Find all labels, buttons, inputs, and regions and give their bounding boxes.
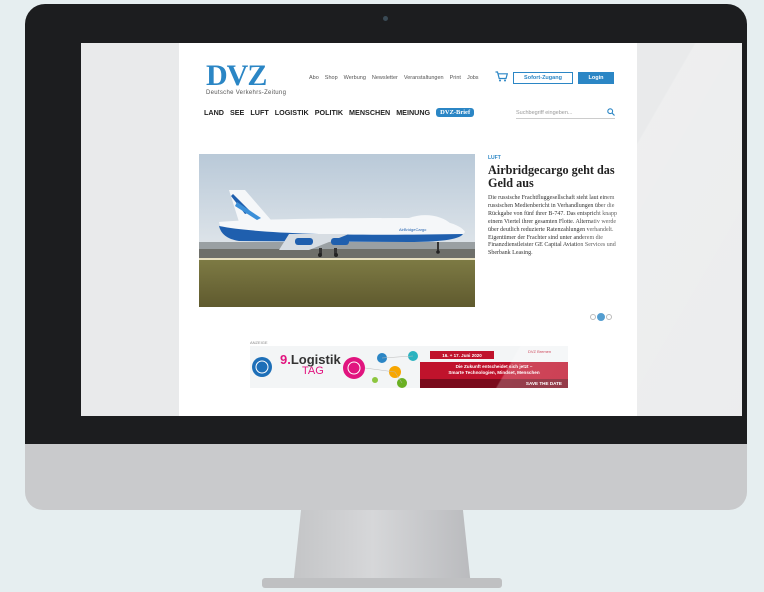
ad-save-the-date: SAVE THE DATE [420,379,568,388]
nav-item-meinung[interactable]: MEINUNG [396,108,430,117]
nav-item-politik[interactable]: POLITIK [315,108,343,117]
main-navigation: LAND SEE LUFT LOGISTIK POLITIK MENSCHEN … [204,108,475,117]
nav-item-see[interactable]: SEE [230,108,244,117]
monitor-stand [293,510,471,580]
logo-subtitle: Deutsche Verkehrs-Zeitung [206,90,287,96]
website-page: DVZ Deutsche Verkehrs-Zeitung Abo Shop W… [179,43,637,416]
nav-item-luft[interactable]: LUFT [250,108,268,117]
ad-brand: DVZ Bremen [528,349,552,354]
nav-item-dvz-brief[interactable]: DVZ-Brief [436,108,475,117]
top-link-jobs[interactable]: Jobs [467,75,479,81]
carousel-dot-3[interactable] [606,314,612,320]
search-placeholder: Suchbegriff eingeben... [516,109,573,116]
top-link-print[interactable]: Print [450,75,461,81]
article-headline[interactable]: Airbridgecargo geht das Geld aus [488,164,623,189]
plane-livery-text: AirBridgeCargo [399,227,427,232]
carousel-dot-2[interactable] [597,313,605,321]
monitor-bezel: DVZ Deutsche Verkehrs-Zeitung Abo Shop W… [25,4,747,444]
ad-tagline-2: Smarte Technologien, Mindset, Menschen [448,370,540,375]
top-link-werbung[interactable]: Werbung [344,75,366,81]
logo-text: DVZ [206,59,267,92]
dvz-logo[interactable]: DVZ Deutsche Verkehrs-Zeitung [206,59,306,97]
nav-item-menschen[interactable]: MENSCHEN [349,108,390,117]
monitor-stand-base [262,578,502,588]
ad-date: 16. + 17. Juni 2020 [430,351,494,359]
article-body: Die russische Frachtfluggesellschaft ste… [488,195,617,257]
ad-logo-tag: TAG [302,365,324,377]
carousel-dot-1[interactable] [590,314,596,320]
nav-item-land[interactable]: LAND [204,108,224,117]
ad-tagline: Die Zukunft entscheidet sich jetzt – Sma… [420,362,568,379]
top-link-abo[interactable]: Abo [309,75,319,81]
carousel-indicator [590,313,612,321]
cart-icon[interactable] [495,71,509,85]
login-button[interactable]: Login [578,72,614,84]
camera-icon [383,16,388,21]
monitor-screen: DVZ Deutsche Verkehrs-Zeitung Abo Shop W… [81,43,742,416]
ad-label: ANZEIGE [250,340,268,345]
search-input[interactable]: Suchbegriff eingeben... [516,107,615,119]
top-link-shop[interactable]: Shop [325,75,338,81]
sofort-zugang-button[interactable]: Sofort-Zugang [513,72,573,84]
top-link-veranstaltungen[interactable]: Veranstaltungen [404,75,444,81]
article-kicker[interactable]: LUFT [488,155,501,161]
article-image[interactable]: AirBridgeCargo [199,154,475,307]
ad-banner[interactable]: 9.Logistik TAG 16. + 17. Juni 2020 DVZ B… [250,346,568,388]
search-icon[interactable] [607,107,615,118]
top-link-newsletter[interactable]: Newsletter [372,75,398,81]
top-links: Abo Shop Werbung Newsletter Veranstaltun… [309,75,479,81]
monitor-chin [25,444,747,510]
ad-logo-number: 9. [280,352,291,367]
nav-item-logistik[interactable]: LOGISTIK [275,108,309,117]
